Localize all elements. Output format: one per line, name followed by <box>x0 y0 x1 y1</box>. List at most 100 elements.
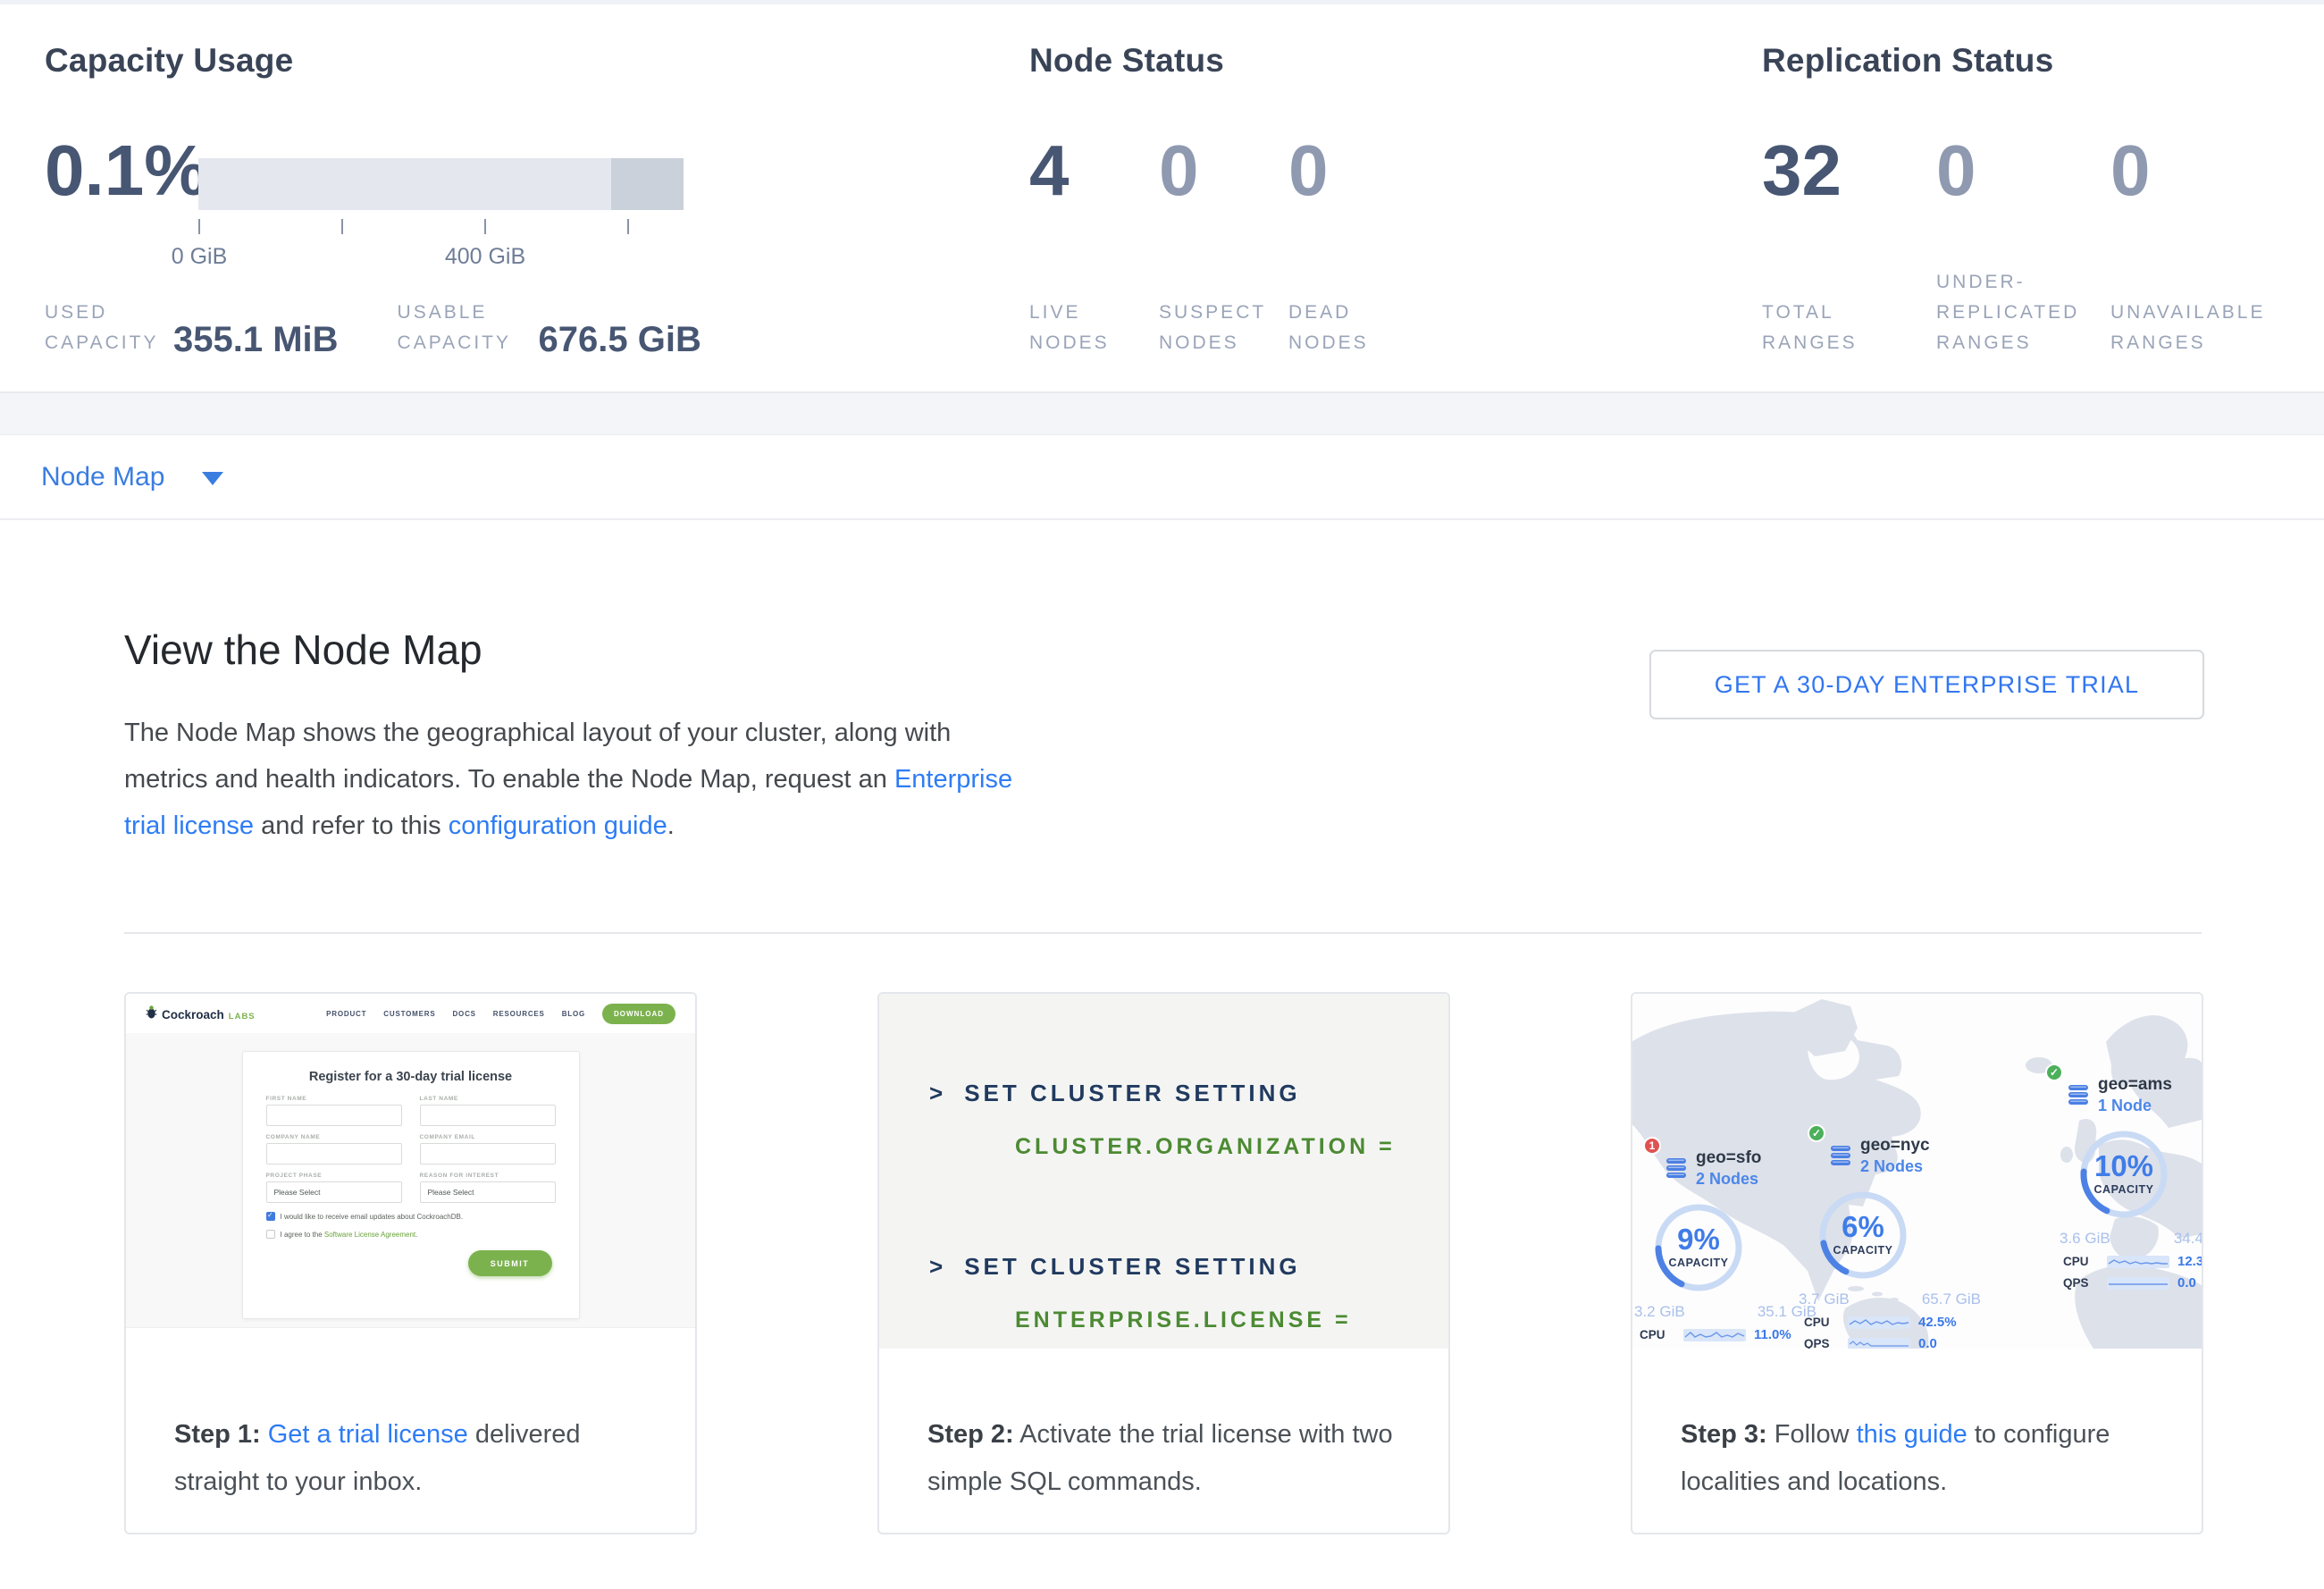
ok-badge: ✓ <box>1808 1124 1825 1142</box>
capacity-range: 3.6 GiB 34.4 GiB <box>2060 1230 2202 1248</box>
stat-label: UNAVAILABLE RANGES <box>2110 298 2264 358</box>
capacity-label: CAPACITY <box>2076 1183 2172 1196</box>
stat-value: 0 <box>1159 135 1288 206</box>
database-icon <box>1829 1145 1852 1166</box>
map-cluster-sfo[interactable]: 1 geo=sfo 2 Nodes 9% CAPACITY <box>1643 1148 1831 1349</box>
usable-capacity-label: USABLE CAPACITY <box>398 298 533 358</box>
stat-value: 4 <box>1029 135 1159 206</box>
live-nodes-stat: 4 LIVE NODES <box>1029 135 1159 358</box>
email-updates-checkbox[interactable] <box>266 1212 275 1221</box>
capacity-range: 3.7 GiB 65.7 GiB <box>1799 1291 1981 1308</box>
link-configuration-guide[interactable]: configuration guide <box>449 811 667 840</box>
under-replicated-ranges-stat: 0 UNDER-REPLICATED RANGES <box>1936 135 2110 358</box>
email-updates-checkbox-row: I would like to receive email updates ab… <box>266 1212 556 1221</box>
stat-label: LIVE NODES <box>1029 298 1137 358</box>
nav-item-customers[interactable]: CUSTOMERS <box>383 1010 435 1018</box>
link-enterprise-trial-license[interactable]: trial license <box>124 811 254 840</box>
capacity-gauge: 10% CAPACITY <box>2076 1126 2172 1223</box>
capacity-bar <box>198 158 684 210</box>
nav-item-blog[interactable]: BLOG <box>562 1010 585 1018</box>
nav-item-product[interactable]: PRODUCT <box>326 1010 366 1018</box>
node-map-selector[interactable]: Node Map <box>0 435 2324 520</box>
license-agreement-checkbox[interactable] <box>266 1230 275 1239</box>
locality-name: geo=sfo <box>1696 1148 1761 1169</box>
map-cluster-ams[interactable]: ✓ geo=ams 1 Node 10% CAPACITY <box>2045 1074 2202 1291</box>
cpu-row: CPU 42.5% <box>1804 1315 1995 1330</box>
node-map-selector-label: Node Map <box>41 462 164 492</box>
locality-name: geo=ams <box>2098 1074 2172 1096</box>
suspect-nodes-stat: 0 SUSPECT NODES <box>1159 135 1288 358</box>
chevron-down-icon <box>202 472 223 485</box>
register-form: Register for a 30-day trial license FIRS… <box>242 1051 580 1319</box>
replication-status-title: Replication Status <box>1762 42 2053 80</box>
last-name-input[interactable] <box>420 1105 556 1126</box>
axis-tick <box>627 219 629 234</box>
capacity-label: CAPACITY <box>1815 1244 1911 1257</box>
this-guide-link[interactable]: this guide <box>1857 1420 1967 1449</box>
nav-item-resources[interactable]: RESOURCES <box>493 1010 545 1018</box>
submit-button[interactable]: SUBMIT <box>468 1250 552 1276</box>
get-trial-license-link[interactable]: Get a trial license <box>268 1420 468 1449</box>
map-cluster-nyc[interactable]: ✓ geo=nyc 2 Nodes 6% CAPACITY <box>1808 1135 1995 1349</box>
stat-label: SUSPECT NODES <box>1159 298 1266 358</box>
capacity-metrics: USED CAPACITY 355.1 MiB USABLE CAPACITY … <box>45 273 701 358</box>
axis-tick <box>341 219 343 234</box>
database-icon <box>2067 1084 2090 1106</box>
used-capacity-label: USED CAPACITY <box>45 298 168 358</box>
replication-status-panel: 32 TOTAL RANGES 0 UNDER-REPLICATED RANGE… <box>1762 135 2285 358</box>
cpu-sparkline <box>1848 1316 1910 1329</box>
project-phase-select[interactable]: Please Select <box>266 1181 402 1203</box>
first-name-input[interactable] <box>266 1105 402 1126</box>
stat-value: 32 <box>1762 135 1936 206</box>
form-field: LAST NAME <box>420 1096 556 1126</box>
locality-name: geo=nyc <box>1860 1135 1930 1156</box>
cockroach-bug-icon <box>146 1005 157 1019</box>
capacity-percent: 0.1% <box>45 135 207 206</box>
capacity-percent: 6% <box>1815 1210 1911 1244</box>
register-form-title: Register for a 30-day trial license <box>266 1070 556 1084</box>
step-card-3: 1 geo=sfo 2 Nodes 9% CAPACITY <box>1631 992 2203 1534</box>
total-ranges-stat: 32 TOTAL RANGES <box>1762 135 1936 358</box>
mini-site-header: Cockroach LABS PRODUCT CUSTOMERS DOCS RE… <box>126 994 695 1033</box>
intro-paragraph: The Node Map shows the geographical layo… <box>124 710 1012 849</box>
stat-label: TOTAL RANGES <box>1762 298 1916 358</box>
stat-value: 0 <box>2110 135 2285 206</box>
page-title: View the Node Map <box>124 626 482 674</box>
mini-site-nav: PRODUCT CUSTOMERS DOCS RESOURCES BLOG DO… <box>326 1004 675 1024</box>
qps-row: QPS 0.0 <box>2063 1275 2202 1291</box>
node-status-panel: 4 LIVE NODES 0 SUSPECT NODES 0 DEAD NODE… <box>1029 135 1418 358</box>
company-name-input[interactable] <box>266 1143 402 1164</box>
capacity-percent: 9% <box>1650 1223 1747 1257</box>
stat-label: UNDER-REPLICATED RANGES <box>1936 267 2090 358</box>
step-card-1: Cockroach LABS PRODUCT CUSTOMERS DOCS RE… <box>124 992 697 1534</box>
capacity-bar-reserved-segment <box>611 158 684 210</box>
stat-label: DEAD NODES <box>1288 298 1396 358</box>
capacity-percent: 10% <box>2076 1149 2172 1183</box>
dead-nodes-stat: 0 DEAD NODES <box>1288 135 1418 358</box>
form-field: REASON FOR INTEREST Please Select <box>420 1173 556 1203</box>
download-button[interactable]: DOWNLOAD <box>602 1004 675 1024</box>
get-trial-button[interactable]: GET A 30-DAY ENTERPRISE TRIAL <box>1649 650 2204 719</box>
software-license-agreement-link[interactable]: Software License Agreement <box>324 1231 415 1239</box>
cpu-sparkline <box>1683 1329 1746 1341</box>
nav-item-docs[interactable]: DOCS <box>452 1010 475 1018</box>
license-agreement-checkbox-row: I agree to the Software License Agreemen… <box>266 1230 556 1239</box>
capacity-label: CAPACITY <box>1650 1257 1747 1269</box>
node-status-title: Node Status <box>1029 42 1224 80</box>
locality-node-count: 1 Node <box>2098 1096 2172 1116</box>
section-divider <box>124 932 2202 934</box>
reason-for-interest-select[interactable]: Please Select <box>420 1181 556 1203</box>
used-capacity-value: 355.1 MiB <box>173 320 339 360</box>
locality-node-count: 2 Nodes <box>1696 1169 1761 1190</box>
capacity-gauge: 6% CAPACITY <box>1815 1187 1911 1283</box>
sql-commands-preview: >SET CLUSTER SETTING CLUSTER.ORGANIZATIO… <box>879 994 1448 1349</box>
link-enterprise-trial-license[interactable]: Enterprise <box>894 765 1012 794</box>
company-email-input[interactable] <box>420 1143 556 1164</box>
terminal-line: >SET CLUSTER SETTING ENTERPRISE.LICENSE … <box>929 1253 1352 1333</box>
step-caption: Step 2: Activate the trial license with … <box>879 1349 1448 1506</box>
cockroach-labs-logo[interactable]: Cockroach LABS <box>146 1005 256 1022</box>
trial-license-site-preview: Cockroach LABS PRODUCT CUSTOMERS DOCS RE… <box>126 994 695 1349</box>
mini-site: Cockroach LABS PRODUCT CUSTOMERS DOCS RE… <box>126 994 695 1349</box>
qps-row: QPS 0.0 <box>1804 1336 1995 1349</box>
node-map-promo-section: View the Node Map The Node Map shows the… <box>0 520 2324 1589</box>
